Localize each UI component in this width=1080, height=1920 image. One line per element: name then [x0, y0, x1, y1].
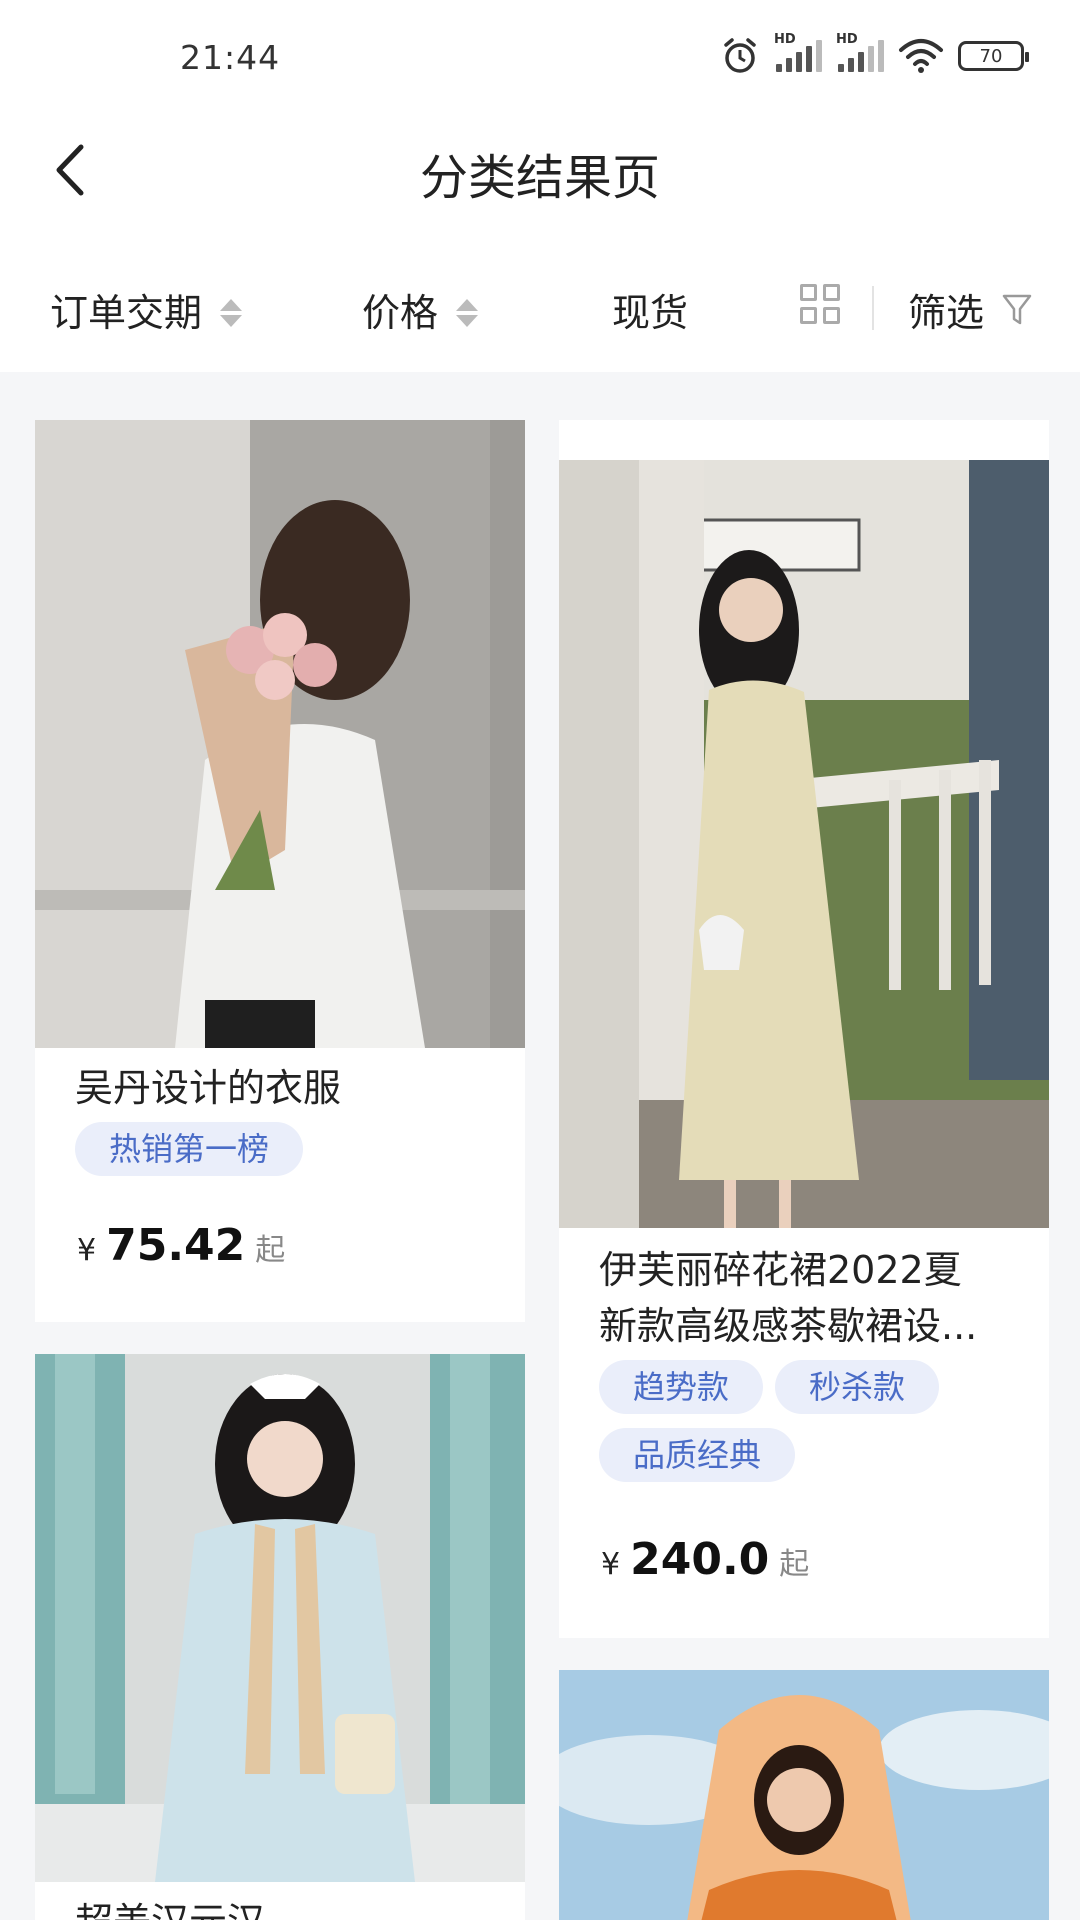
filter-label: 筛选: [908, 291, 985, 335]
product-price: ¥ 240.0 起: [601, 1534, 809, 1585]
product-title: 吴丹设计的衣服: [75, 1066, 342, 1110]
page-title: 分类结果页: [419, 150, 660, 206]
grid-view-icon[interactable]: [800, 284, 840, 324]
sort-arrows-icon: [456, 298, 479, 327]
currency-symbol: ¥: [601, 1547, 621, 1582]
status-time: 21:44: [180, 38, 281, 77]
filter-button[interactable]: 筛选: [908, 282, 1032, 337]
product-title: 伊芙丽碎花裙2022夏 新款高级感茶歇裙设...: [559, 1242, 1049, 1354]
sort-arrows-icon: [220, 298, 243, 327]
nav-bar: 分类结果页: [0, 110, 1080, 240]
alarm-icon: [724, 38, 756, 73]
divider: [872, 286, 874, 330]
cell-signal-1-icon: HD: [774, 32, 822, 72]
in-stock-label: 现货: [612, 291, 689, 335]
product-title-line: 伊芙丽碎花裙2022夏: [599, 1248, 962, 1292]
filter-bar: 订单交期 价格 现货 筛选: [0, 240, 1080, 372]
cell-signal-2-icon: HD: [836, 32, 884, 72]
status-icons: HD HD 70: [720, 32, 1029, 76]
sort-delivery-label: 订单交期: [50, 291, 203, 335]
product-tags: 趋势款 秒杀款 品质经典: [559, 1354, 989, 1482]
product-card[interactable]: [559, 1670, 1049, 1920]
product-card[interactable]: 超美汉元汉: [35, 1354, 525, 1920]
product-grid: 吴丹设计的衣服 热销第一榜 ¥ 75.42 起 伊芙丽碎花裙2022夏 新款高级…: [0, 372, 1080, 1920]
product-tags: 热销第一榜: [35, 1116, 525, 1176]
price-value: 75.42: [106, 1220, 246, 1271]
sort-price-label: 价格: [362, 291, 439, 335]
currency-symbol: ¥: [77, 1233, 97, 1268]
product-image: [559, 460, 1049, 1228]
price-suffix: 起: [255, 1233, 286, 1268]
product-tag: 热销第一榜: [75, 1122, 304, 1176]
sort-delivery-button[interactable]: 订单交期: [50, 282, 243, 337]
product-tag: 趋势款: [599, 1360, 764, 1414]
product-image: [35, 1354, 525, 1882]
product-tag: 品质经典: [599, 1428, 796, 1482]
product-image: [35, 420, 525, 1048]
price-value: 240.0: [630, 1534, 770, 1585]
product-image: [559, 1670, 1049, 1920]
battery-icon: 70: [958, 41, 1029, 71]
product-title-line: 新款高级感茶歇裙设...: [599, 1304, 978, 1348]
sort-price-button[interactable]: 价格: [362, 282, 479, 337]
product-card[interactable]: 伊芙丽碎花裙2022夏 新款高级感茶歇裙设... 趋势款 秒杀款 品质经典 ¥ …: [559, 420, 1049, 1638]
in-stock-button[interactable]: 现货: [612, 282, 688, 337]
funnel-icon: [1002, 294, 1032, 324]
wifi-icon: [899, 39, 943, 73]
status-bar: 21:44 HD HD 70: [0, 0, 1080, 110]
product-title: 超美汉元汉: [35, 1894, 525, 1920]
product-card[interactable]: 吴丹设计的衣服 热销第一榜 ¥ 75.42 起: [35, 420, 525, 1322]
price-suffix: 起: [779, 1547, 810, 1582]
product-price: ¥ 75.42 起: [77, 1220, 285, 1271]
product-tag: 秒杀款: [775, 1360, 940, 1414]
